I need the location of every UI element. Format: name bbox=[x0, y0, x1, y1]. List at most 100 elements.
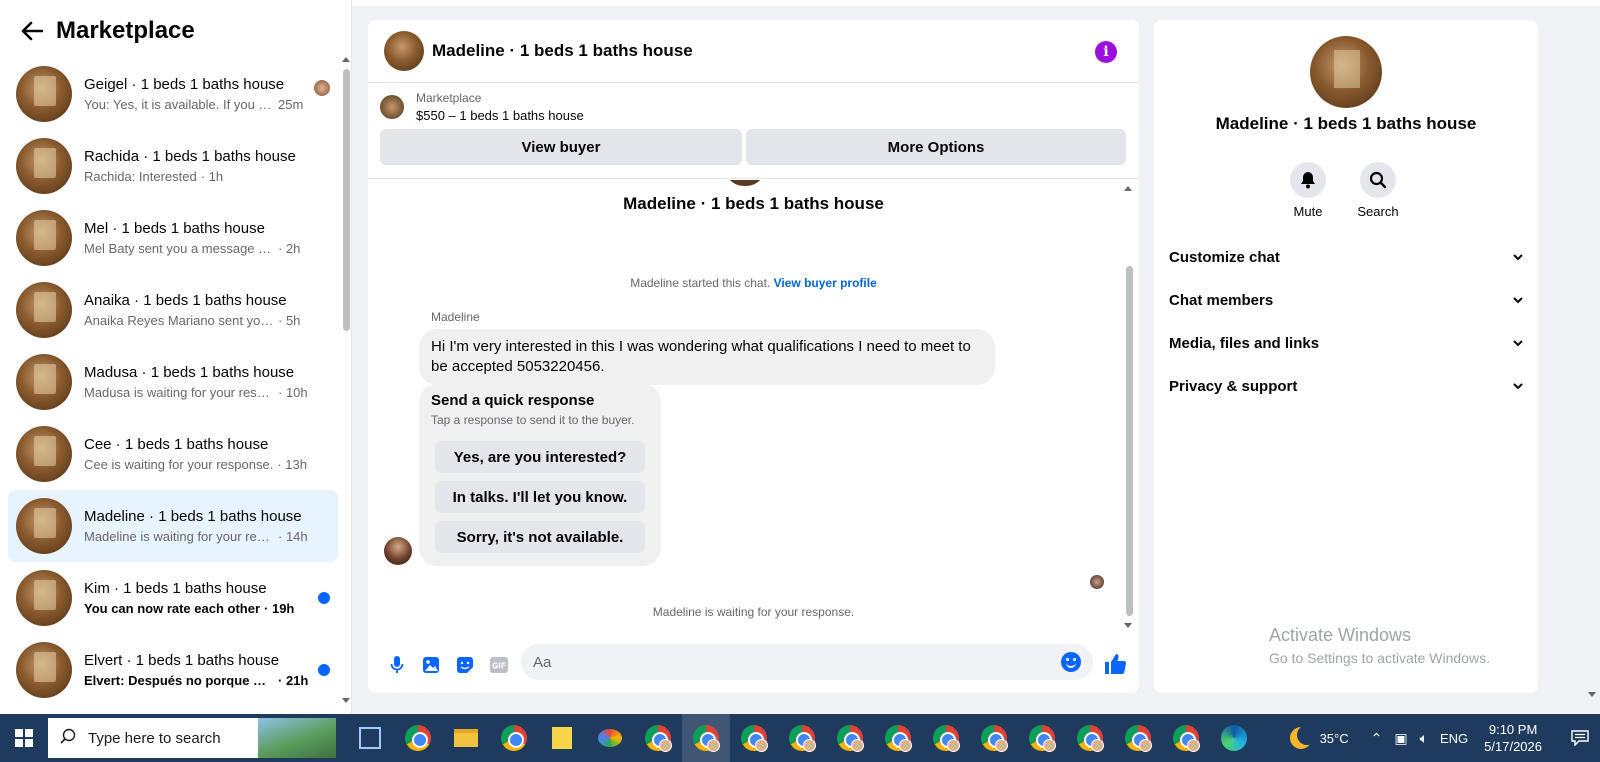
chrome-taskbar-icon[interactable] bbox=[730, 714, 778, 762]
quick-reply-yes-button[interactable]: Yes, are you interested? bbox=[435, 441, 645, 473]
media-files-links-section[interactable]: Media, files and links bbox=[1169, 331, 1523, 355]
profile-badge-icon bbox=[995, 739, 1008, 752]
listing-buttons: View buyer More Options bbox=[380, 129, 1127, 165]
chrome-taskbar-icon[interactable] bbox=[634, 714, 682, 762]
chrome-taskbar-icon[interactable] bbox=[778, 714, 826, 762]
microphone-icon[interactable] bbox=[387, 655, 407, 675]
photo-icon[interactable] bbox=[421, 655, 441, 675]
conversation-item[interactable]: Anaika · 1 beds 1 baths house Anaika Reye… bbox=[8, 274, 338, 346]
quick-reply-not-available-button[interactable]: Sorry, it's not available. bbox=[435, 521, 645, 553]
temperature[interactable]: 35°C bbox=[1320, 731, 1349, 746]
emoji-icon[interactable] bbox=[1061, 652, 1081, 672]
sender-name: Madeline bbox=[431, 310, 480, 324]
conversation-title: Rachida · 1 beds 1 baths house bbox=[84, 148, 296, 165]
clock[interactable]: 9:10 PM 5/17/2026 bbox=[1484, 721, 1542, 755]
folder-icon bbox=[454, 729, 478, 747]
scroll-up-arrow[interactable] bbox=[342, 57, 350, 62]
conversation-time: · 19h bbox=[264, 601, 295, 616]
more-options-button[interactable]: More Options bbox=[746, 129, 1126, 165]
page-scroll-down-arrow[interactable] bbox=[1588, 692, 1596, 697]
edge-taskbar-icon[interactable] bbox=[1210, 714, 1258, 762]
search-highlight-image bbox=[258, 718, 336, 758]
network-icon[interactable]: ▣ bbox=[1394, 730, 1407, 747]
buyer-avatar[interactable] bbox=[384, 537, 412, 565]
chrome-taskbar-icon[interactable] bbox=[1162, 714, 1210, 762]
paint-taskbar-icon[interactable] bbox=[586, 714, 634, 762]
profile-badge-icon bbox=[707, 739, 720, 752]
chevron-up-icon[interactable]: ⌃ bbox=[1371, 730, 1383, 747]
conversation-item[interactable]: Cee · 1 beds 1 baths house Cee is waiting… bbox=[8, 418, 338, 490]
chrome-taskbar-icon[interactable] bbox=[490, 714, 538, 762]
info-name: Madeline · 1 beds 1 baths house bbox=[1215, 114, 1477, 133]
chrome-taskbar-icon[interactable] bbox=[1114, 714, 1162, 762]
listing-thumbnail bbox=[16, 498, 72, 554]
taskbar-search-box[interactable]: Type here to search bbox=[48, 718, 336, 758]
chat-header-avatar[interactable] bbox=[384, 31, 424, 71]
sticker-icon[interactable] bbox=[455, 655, 475, 675]
message-bubble[interactable]: Hi I'm very interested in this I was won… bbox=[419, 329, 995, 385]
conversation-text: Madeline · 1 beds 1 baths house Madeline … bbox=[84, 508, 314, 544]
listing-thumbnail bbox=[16, 138, 72, 194]
search-action[interactable]: Search bbox=[1348, 162, 1408, 219]
conversation-item[interactable]: Mel · 1 beds 1 baths house Mel Baty sent … bbox=[8, 202, 338, 274]
listing-price: $550 – 1 beds 1 baths house bbox=[416, 108, 584, 123]
taskbar-apps bbox=[346, 714, 1258, 762]
message-input[interactable] bbox=[533, 653, 1053, 671]
chrome-taskbar-icon[interactable] bbox=[1018, 714, 1066, 762]
conversation-item[interactable]: Elvert · 1 beds 1 baths house Elvert: Des… bbox=[8, 634, 338, 706]
chevron-down-icon bbox=[1513, 252, 1523, 262]
language-indicator[interactable]: ENG bbox=[1440, 731, 1468, 746]
chrome-taskbar-icon[interactable] bbox=[970, 714, 1018, 762]
conversation-time: · 21h bbox=[278, 673, 309, 688]
info-avatar[interactable] bbox=[1310, 36, 1382, 108]
chrome-taskbar-icon[interactable] bbox=[1066, 714, 1114, 762]
weather-moon-icon[interactable] bbox=[1289, 725, 1317, 749]
view-buyer-profile-link[interactable]: View buyer profile bbox=[774, 276, 877, 290]
back-arrow-icon[interactable] bbox=[18, 17, 46, 45]
gif-icon[interactable]: GIF bbox=[489, 655, 509, 675]
conversation-preview: Madusa is waiting for your respon... · 10… bbox=[84, 385, 314, 400]
windows-start-icon[interactable] bbox=[0, 714, 48, 762]
conversation-item[interactable]: Madeline · 1 beds 1 baths house Madeline … bbox=[8, 490, 338, 562]
listing-row[interactable]: Marketplace $550 – 1 beds 1 baths house bbox=[380, 91, 1127, 123]
conversation-item[interactable]: Madusa · 1 beds 1 baths house Madusa is w… bbox=[8, 346, 338, 418]
scroll-down-arrow[interactable] bbox=[1124, 623, 1132, 628]
sidebar-scrollbar[interactable] bbox=[341, 55, 351, 705]
listing-bar: Marketplace $550 – 1 beds 1 baths house … bbox=[368, 83, 1139, 179]
chat-title[interactable]: Madeline · 1 beds 1 baths house bbox=[432, 41, 693, 61]
conversation-snippet: Mel Baty sent you a message about... bbox=[84, 241, 274, 256]
conversation-time: · 2h bbox=[278, 241, 301, 256]
chat-scrollbar[interactable] bbox=[1123, 184, 1135, 630]
thumbs-up-icon[interactable] bbox=[1103, 652, 1127, 676]
volume-icon[interactable]: 🔈︎ bbox=[1420, 730, 1428, 747]
view-buyer-button[interactable]: View buyer bbox=[380, 129, 742, 165]
file-explorer-taskbar-icon[interactable] bbox=[442, 714, 490, 762]
chevron-down-icon bbox=[1513, 295, 1523, 305]
chrome-taskbar-icon[interactable] bbox=[922, 714, 970, 762]
scrollbar-thumb[interactable] bbox=[1126, 266, 1133, 616]
bell-icon[interactable] bbox=[1290, 162, 1326, 198]
chat-members-section[interactable]: Chat members bbox=[1169, 288, 1523, 312]
info-icon[interactable]: i bbox=[1095, 41, 1117, 63]
chrome-taskbar-icon[interactable] bbox=[682, 714, 730, 762]
notification-center-icon[interactable] bbox=[1560, 730, 1600, 746]
conversation-snippet: Anaika Reyes Mariano sent you a m... bbox=[84, 313, 274, 328]
scroll-up-arrow[interactable] bbox=[1124, 186, 1132, 191]
chrome-taskbar-icon[interactable] bbox=[394, 714, 442, 762]
search-icon[interactable] bbox=[1360, 162, 1396, 198]
conversation-item[interactable]: Nayer · 1 beds 1 baths house bbox=[8, 706, 338, 714]
chrome-taskbar-icon[interactable] bbox=[826, 714, 874, 762]
conversation-item[interactable]: Geigel · 1 beds 1 baths house You: Yes, i… bbox=[8, 58, 338, 130]
sticky-notes-taskbar-icon[interactable] bbox=[538, 714, 586, 762]
conversation-item[interactable]: Rachida · 1 beds 1 baths house Rachida: I… bbox=[8, 130, 338, 202]
scrollbar-thumb[interactable] bbox=[343, 69, 350, 331]
quick-reply-in-talks-button[interactable]: In talks. I'll let you know. bbox=[435, 481, 645, 513]
scroll-down-arrow[interactable] bbox=[342, 698, 350, 703]
customize-chat-section[interactable]: Customize chat bbox=[1169, 245, 1523, 269]
conversation-item[interactable]: Kim · 1 beds 1 baths house You can now ra… bbox=[8, 562, 338, 634]
mute-action[interactable]: Mute bbox=[1278, 162, 1338, 219]
task-view-taskbar-icon[interactable] bbox=[346, 714, 394, 762]
chrome-taskbar-icon[interactable] bbox=[874, 714, 922, 762]
privacy-support-section[interactable]: Privacy & support bbox=[1169, 374, 1523, 398]
conversation-time: · 1h bbox=[200, 169, 224, 184]
